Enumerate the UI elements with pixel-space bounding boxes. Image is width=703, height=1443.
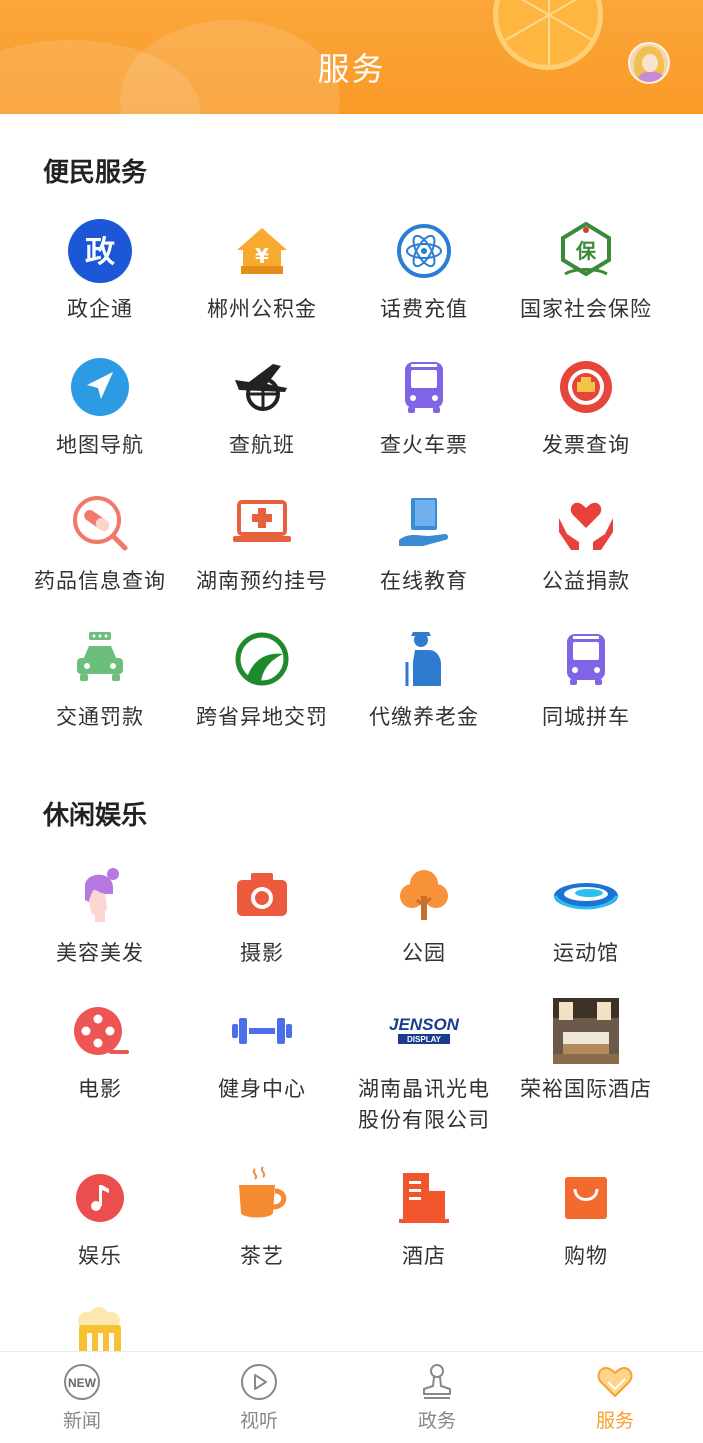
beauty-icon [65,860,135,930]
service-item-label: 健身中心 [218,1077,306,1101]
service-item-label: 荣裕国际酒店 [520,1077,652,1101]
insurance-icon: 保 [551,216,621,286]
new-badge-icon: NEW [62,1362,102,1402]
heart-hands-icon [551,488,621,558]
tab-label: 政务 [417,1410,456,1432]
book-hand-icon [389,488,459,558]
pill-search-icon [65,488,135,558]
service-item-label: 话费充值 [380,297,468,321]
service-item-label: 药品信息查询 [34,569,166,593]
service-item-label: 湖南预约挂号 [196,569,328,593]
svg-text:JENSON: JENSON [389,1015,459,1034]
service-item-label: 电影 [78,1077,122,1101]
tab-media[interactable]: 视听 [171,1352,347,1443]
service-item-label: 茶艺 [240,1244,284,1268]
service-item-label: 美容美发 [56,941,144,965]
film-reel-icon [65,996,135,1066]
jenson-logo-icon: JENSON DISPLAY [389,996,459,1066]
tab-services[interactable]: 服务 [527,1352,703,1443]
stadium-icon [551,860,621,930]
service-item-label: 摄影 [240,941,284,965]
service-item-label: 酒店 [402,1244,446,1268]
airplane-globe-icon [227,352,297,422]
service-item-label: 娱乐 [78,1244,122,1268]
svg-text:保: 保 [575,239,597,263]
play-icon [239,1362,279,1402]
service-item-label: 湖南晶讯光电 股份有限公司 [358,1077,490,1132]
housing-fund-icon: ¥ [227,216,297,286]
building-icon [389,1163,459,1233]
bottom-tab-bar: NEW 新闻 视听 政务 服务 [0,1351,703,1443]
svg-text:政: 政 [85,235,115,270]
tree-icon [389,860,459,930]
medical-laptop-icon [227,488,297,558]
elderly-icon [389,624,459,694]
service-item-label: 交通罚款 [56,705,144,729]
tab-news[interactable]: NEW 新闻 [0,1352,170,1443]
section-title-leisure: 休闲娱乐 [43,801,148,831]
tea-cup-icon [227,1163,297,1233]
gov-icon: 政 [65,216,135,286]
heart-tag-icon [595,1362,635,1402]
bus-icon [389,352,459,422]
svg-text:¥: ¥ [255,244,269,268]
page-title: 服务 [317,50,386,88]
service-item-label: 跨省异地交罚 [196,705,328,729]
bus-icon [551,624,621,694]
camera-icon [227,860,297,930]
avatar[interactable] [628,42,670,84]
stamp-icon [417,1362,457,1402]
national-emblem-icon [551,352,621,422]
service-item-label: 运动馆 [553,941,619,965]
atom-icon [389,216,459,286]
svg-text:DISPLAY: DISPLAY [407,1035,442,1044]
service-item-label: 查航班 [229,433,295,457]
road-circle-icon [227,624,297,694]
service-item-label: 郴州公积金 [207,297,317,321]
service-item-label: 购物 [564,1244,608,1268]
tab-label: 服务 [595,1410,634,1432]
service-item-label: 国家社会保险 [520,297,652,321]
tab-label: 视听 [239,1410,278,1432]
service-item-label: 在线教育 [380,569,468,593]
service-item-label: 查火车票 [380,433,468,457]
service-item-label: 政企通 [67,297,133,321]
header: 服务 [0,0,703,114]
service-item-label: 发票查询 [542,433,630,457]
hotel-room-photo-icon [551,996,621,1066]
service-item-label: 代缴养老金 [369,705,479,729]
svg-text:NEW: NEW [68,1376,97,1390]
service-page: 服务 便民服务 政政企通 ¥ 郴州公积金 话费充值 保国家社会保险地图导航 查航班 查火车票… [0,0,703,1443]
dumbbell-icon [227,996,297,1066]
service-item-label: 同城拼车 [542,705,630,729]
tab-government[interactable]: 政务 [349,1352,525,1443]
tab-label: 新闻 [62,1410,101,1432]
service-item-label: 公园 [402,941,446,965]
music-note-icon [65,1163,135,1233]
section-title-convenience: 便民服务 [43,158,148,188]
shopping-bag-icon [551,1163,621,1233]
navigation-icon [65,352,135,422]
service-item-label: 地图导航 [56,433,144,457]
service-item-label: 公益捐款 [542,569,630,593]
car-icon [65,624,135,694]
